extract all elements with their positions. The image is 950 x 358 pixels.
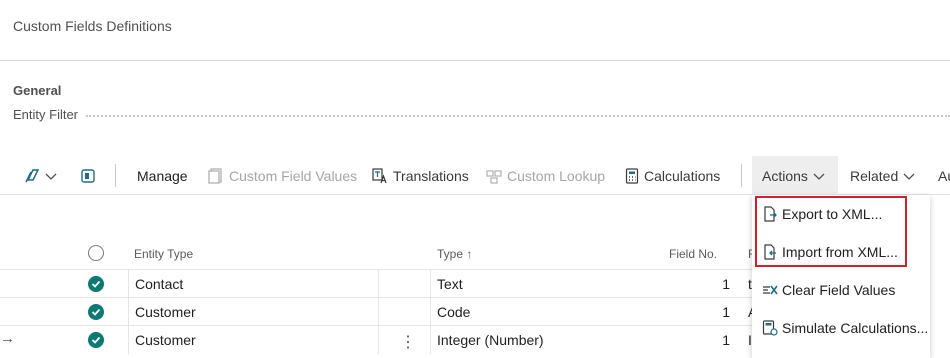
current-row-arrow-icon: →	[0, 330, 15, 347]
cell-divider	[430, 270, 431, 298]
title-divider	[0, 60, 950, 61]
overflow-menu-button[interactable]: Au	[938, 156, 950, 195]
checkmark-icon	[91, 280, 101, 288]
clear-values-icon	[763, 285, 778, 295]
cell-divider	[430, 298, 431, 326]
row-selected-checkmark[interactable]	[88, 332, 104, 348]
actions-label: Actions	[762, 167, 808, 184]
open-page-icon	[81, 168, 95, 183]
cell-divider	[430, 326, 431, 354]
cell-divider	[128, 326, 129, 354]
row-selected-checkmark[interactable]	[88, 304, 104, 320]
table-row[interactable]: Customer Code 1 A	[0, 297, 757, 326]
entity-filter-field[interactable]	[86, 115, 950, 117]
calculations-button[interactable]: Calculations	[625, 156, 720, 195]
toolbar-separator	[115, 164, 116, 187]
entity-type-cell[interactable]: Customer	[135, 332, 196, 348]
custom-field-values-label: Custom Field Values	[229, 167, 358, 184]
cell-divider	[378, 326, 379, 354]
translations-label: Translations	[393, 167, 469, 184]
related-menu-button[interactable]: Related	[850, 156, 916, 195]
column-header-type-label: Type	[437, 247, 464, 261]
custom-lookup-button[interactable]: Custom Lookup	[486, 156, 605, 195]
menu-item-label: Clear Field Values	[782, 282, 896, 298]
chevron-down-icon	[903, 173, 915, 180]
checkmark-icon	[91, 336, 101, 344]
related-label: Related	[850, 167, 899, 184]
open-in-page-button[interactable]	[80, 156, 96, 195]
custom-lookup-label: Custom Lookup	[507, 167, 606, 184]
views-icon	[25, 168, 40, 182]
page-title: Custom Fields Definitions	[13, 18, 172, 34]
sort-ascending-icon: ↑	[466, 247, 473, 261]
cell-divider	[128, 298, 129, 326]
action-toolbar: Manage Custom Field Values Translations …	[0, 156, 950, 195]
calculations-label: Calculations	[644, 167, 721, 184]
table-row[interactable]: → Customer ⋮ Integer (Number) 1 I	[0, 325, 752, 354]
actions-menu-button[interactable]: Actions	[752, 156, 838, 195]
table-row[interactable]: Contact Text 1 t	[0, 269, 752, 298]
views-menu-button[interactable]	[24, 156, 58, 195]
menu-item-import-xml[interactable]: Import from XML...	[762, 240, 898, 264]
column-header-type[interactable]: Type ↑	[437, 247, 472, 261]
column-header-entity-type[interactable]: Entity Type	[134, 247, 193, 261]
menu-item-label: Simulate Calculations...	[782, 320, 929, 336]
general-section-title[interactable]: General	[13, 83, 61, 98]
cell-divider	[128, 270, 129, 298]
row-selected-checkmark[interactable]	[88, 276, 104, 292]
custom-lookup-icon	[486, 169, 502, 184]
menu-item-simulate-calculations[interactable]: Simulate Calculations...	[762, 316, 928, 340]
field-no-cell[interactable]: 1	[690, 276, 730, 292]
xml-import-icon	[764, 244, 776, 260]
menu-item-export-xml[interactable]: Export to XML...	[762, 202, 882, 226]
cell-divider	[378, 270, 379, 298]
entity-type-cell[interactable]: Customer	[135, 304, 196, 320]
toolbar-separator	[741, 164, 742, 187]
translations-button[interactable]: Translations	[372, 156, 469, 195]
simulate-calc-icon	[762, 320, 778, 336]
calculator-icon	[625, 167, 639, 184]
menu-item-clear-field-values[interactable]: Clear Field Values	[762, 278, 895, 302]
entity-type-cell[interactable]: Contact	[135, 276, 183, 292]
manage-label: Manage	[137, 167, 188, 184]
custom-field-values-button[interactable]: Custom Field Values	[208, 156, 357, 195]
manage-button[interactable]: Manage	[137, 156, 188, 195]
cell-divider	[378, 298, 379, 326]
type-cell[interactable]: Integer (Number)	[437, 332, 544, 348]
custom-field-values-icon	[208, 167, 222, 184]
field-no-cell[interactable]: 1	[690, 332, 730, 348]
menu-item-label: Export to XML...	[782, 206, 883, 222]
actions-dropdown-menu: Export to XML... Import from XML... Clea…	[752, 195, 930, 358]
translations-icon	[372, 167, 387, 183]
row-menu-icon[interactable]: ⋮	[400, 332, 416, 352]
xml-export-icon	[764, 206, 777, 222]
field-no-cell[interactable]: 1	[690, 304, 730, 320]
type-cell[interactable]: Code	[437, 304, 470, 320]
chevron-down-icon	[45, 173, 57, 180]
type-cell[interactable]: Text	[437, 276, 463, 292]
entity-filter-label: Entity Filter	[13, 107, 79, 122]
checkmark-icon	[91, 308, 101, 316]
column-header-field-no[interactable]: Field No.	[669, 247, 717, 261]
overflow-label: Au	[938, 167, 950, 184]
chevron-down-icon	[813, 173, 825, 180]
select-all-checkbox[interactable]	[88, 245, 104, 261]
menu-item-label: Import from XML...	[782, 244, 898, 260]
